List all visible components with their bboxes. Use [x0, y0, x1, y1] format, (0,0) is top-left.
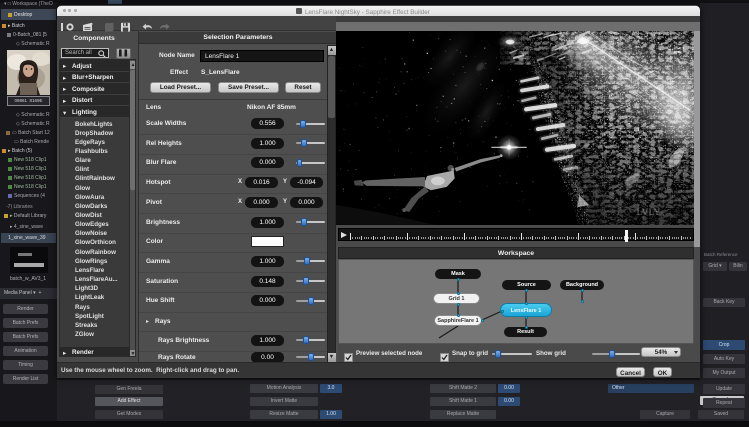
svg-text:LVLY: LVLY: [637, 207, 661, 217]
